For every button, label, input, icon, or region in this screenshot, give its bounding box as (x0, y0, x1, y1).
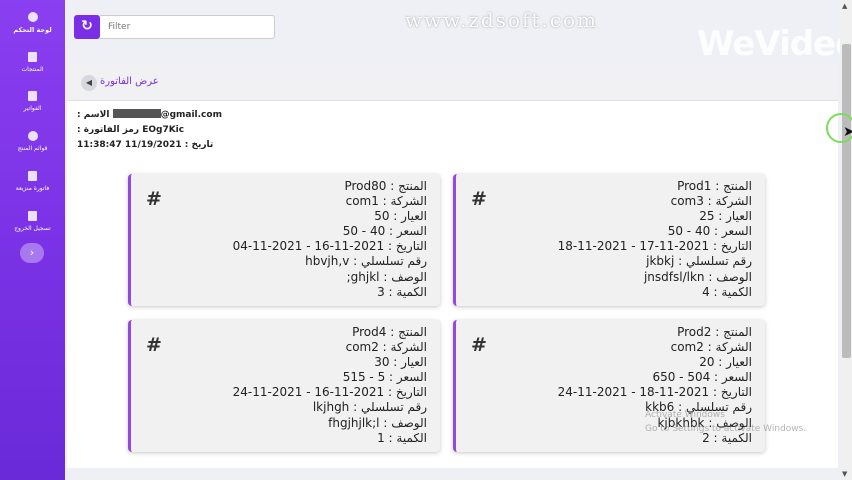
date-field: التاريخ : 2021-11-17 - 2021-11-18 (557, 239, 752, 254)
caliber-field: العيار : 50 (374, 209, 427, 224)
quantity-field: الكمية : 4 (702, 284, 752, 299)
serial-field: رقم تسلسلي : hbvjh,v (305, 254, 427, 269)
product-field: المنتج : Prod80 (344, 179, 427, 193)
hash-icon: # (146, 334, 162, 356)
company-field: الشركة : com1 (345, 194, 427, 209)
mouse-cursor-icon: ➤ (843, 124, 852, 140)
invoice-date-value: 11/19/2021 11:38:47 (77, 140, 182, 150)
price-field: السعر : 40 - 50 (667, 224, 752, 239)
sidebar-item-label: تسجيل الخروج (14, 225, 51, 232)
customer-name-line: : الاسم @gmail.com (77, 109, 222, 120)
top-bar: ↻ www.zdsoft.com WeVideo (65, 0, 852, 64)
sidebar-item-sale-invoice[interactable]: فاتورة منزيعة (0, 171, 65, 192)
serial-field: رقم تسلسلي : lkjhgh (312, 400, 427, 415)
scrollbar-thumb[interactable] (842, 44, 851, 358)
product-card: # المنتج : Prod1 الشركة : com3 العيار : … (453, 174, 765, 306)
hash-icon: # (146, 188, 162, 210)
redacted-email (112, 109, 161, 118)
description-field: الوصف : fhgjhjlk;l (328, 415, 427, 430)
caliber-field: العيار : 30 (374, 355, 427, 370)
invoice-sale-icon (28, 171, 37, 181)
windows-activation-line2: Go to Settings to activate Windows. (645, 424, 807, 434)
invoice-date-label: تاريخ : (184, 140, 214, 150)
sidebar: لوحة التحكم المنتجات الفواتير قوائم المن… (0, 0, 65, 480)
sidebar-item-label: المنتجات (21, 66, 44, 73)
sidebar-toggle-button[interactable]: › (20, 243, 44, 263)
sidebar-item-logout[interactable]: تسجيل الخروج (0, 211, 65, 232)
scroll-up-arrow-icon[interactable]: ▲ (842, 2, 847, 10)
card-fields: المنتج : Prod4 الشركة : com2 العيار : 30… (233, 325, 427, 446)
hash-icon: # (471, 188, 487, 210)
date-field: التاريخ : 2021-11-18 - 2021-11-24 (557, 385, 752, 400)
sidebar-item-label: فاتورة منزيعة (15, 185, 50, 192)
price-field: السعر : 40 - 50 (342, 224, 427, 239)
caliber-field: العيار : 25 (699, 209, 752, 224)
card-fields: المنتج : Prod80 الشركة : com1 العيار : 5… (233, 179, 427, 300)
price-field: السعر : 5 - 515 (342, 370, 427, 385)
price-field: السعر : 504 - 650 (652, 370, 752, 385)
page-title: عرض الفاتورة (100, 76, 159, 87)
hash-icon: # (471, 334, 487, 356)
company-field: الشركة : com3 (670, 194, 752, 209)
products-icon (28, 52, 37, 62)
date-field: التاريخ : 2021-11-16 - 2021-11-04 (232, 239, 427, 254)
invoice-date-line: تاريخ : 11/19/2021 11:38:47 (77, 140, 213, 150)
sidebar-item-product-lists[interactable]: قوائم المنتج (0, 131, 65, 152)
wevideo-watermark: WeVideo (697, 24, 852, 64)
panel-header: ◀ عرض الفاتورة (67, 65, 838, 101)
product-card: # المنتج : Prod80 الشركة : com1 العيار :… (128, 174, 440, 306)
product-field: المنتج : Prod4 (352, 325, 427, 339)
sidebar-item-dashboard[interactable]: لوحة التحكم (0, 12, 65, 34)
invoice-code-label: : رمز الفاتورة (77, 125, 140, 135)
windows-activation-line1: Activate Windows (645, 410, 725, 420)
name-label: : الاسم (77, 110, 110, 120)
invoices-icon (28, 91, 37, 101)
product-field: المنتج : Prod2 (677, 325, 752, 339)
date-field: التاريخ : 2021-11-16 - 2021-11-24 (232, 385, 427, 400)
zdsoft-watermark: www.zdsoft.com (405, 8, 598, 32)
logout-icon (28, 211, 37, 221)
company-field: الشركة : com2 (345, 340, 427, 355)
email-suffix: @gmail.com (160, 110, 222, 120)
invoice-code-line: : رمز الفاتورة EOg7Kic (77, 125, 184, 135)
description-field: الوصف : ghjkl; (346, 269, 427, 284)
sidebar-item-products[interactable]: المنتجات (0, 52, 65, 73)
caliber-field: العيار : 20 (699, 355, 752, 370)
sidebar-item-invoices[interactable]: الفواتير (0, 91, 65, 112)
windows-activation-watermark: Activate Windows Go to Settings to activ… (645, 408, 806, 436)
invoice-code-value: EOg7Kic (142, 125, 185, 135)
sidebar-item-label: الفواتير (23, 105, 42, 112)
company-field: الشركة : com2 (670, 340, 752, 355)
quantity-field: الكمية : 3 (377, 284, 427, 299)
product-card: # المنتج : Prod4 الشركة : com2 العيار : … (128, 320, 440, 452)
product-field: المنتج : Prod1 (677, 179, 752, 193)
card-fields: المنتج : Prod1 الشركة : com3 العيار : 25… (558, 179, 752, 300)
description-field: الوصف : jnsdfsl/lkn (643, 269, 752, 284)
refresh-button[interactable]: ↻ (74, 15, 100, 39)
scroll-down-arrow-icon[interactable]: ▼ (842, 470, 847, 478)
user-icon (27, 131, 38, 141)
serial-field: رقم تسلسلي : jkbkj (646, 254, 752, 269)
sidebar-item-label: قوائم المنتج (17, 145, 48, 152)
sidebar-item-label: لوحة التحكم (13, 26, 52, 34)
quantity-field: الكمية : 1 (377, 430, 427, 445)
dashboard-icon (27, 12, 38, 22)
vertical-scrollbar[interactable]: ▲ ▼ (840, 0, 852, 480)
filter-input[interactable] (100, 15, 275, 39)
back-button[interactable]: ◀ (81, 75, 97, 91)
